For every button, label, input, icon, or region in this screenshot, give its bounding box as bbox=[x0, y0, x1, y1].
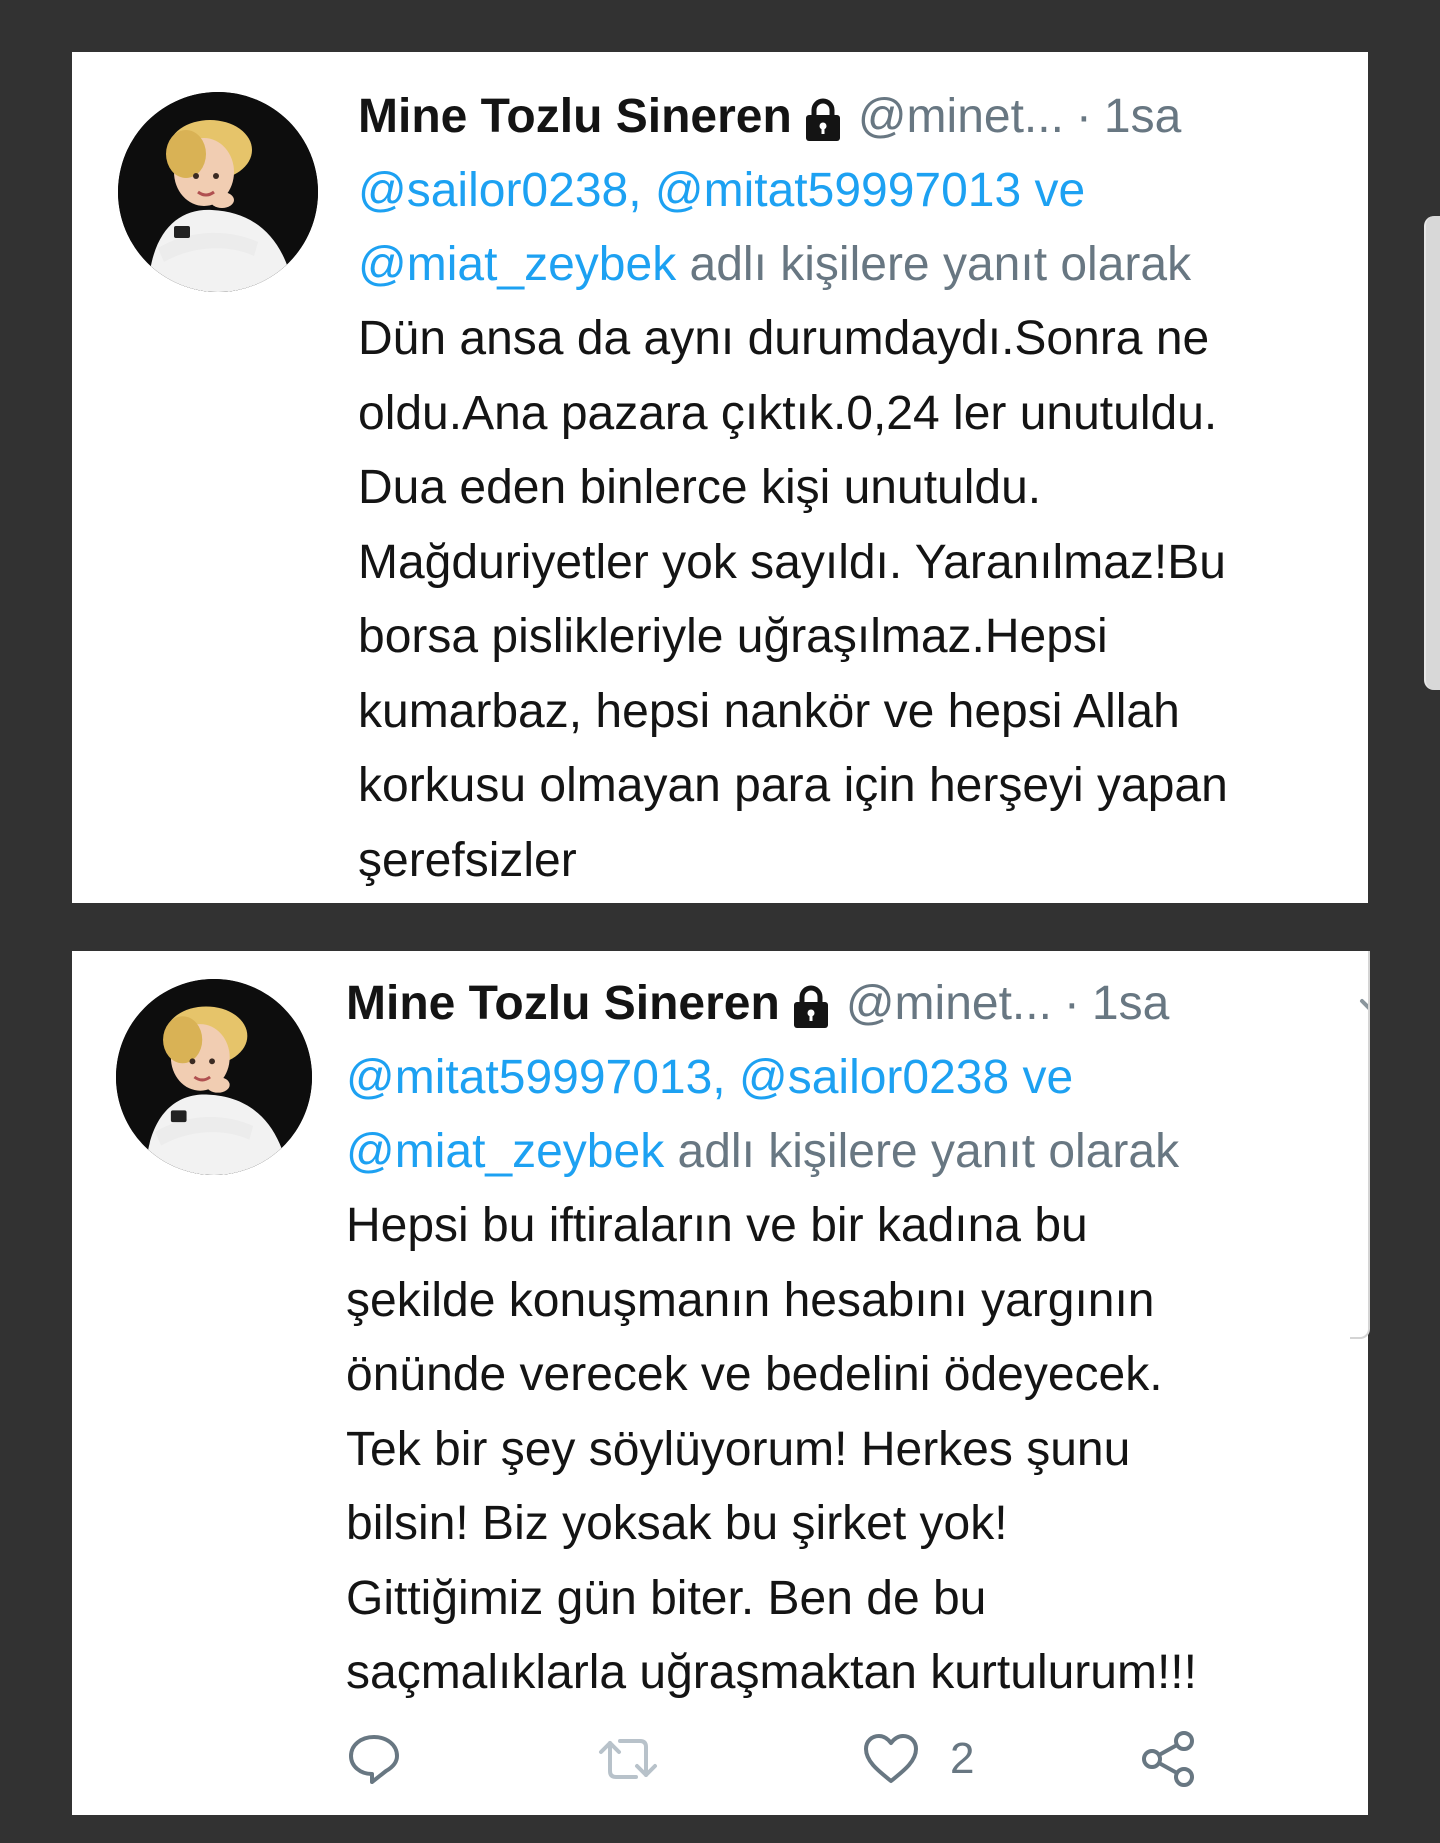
like-count: 2 bbox=[950, 1734, 975, 1783]
author-handle[interactable]: @minet... bbox=[858, 82, 1064, 152]
author-handle[interactable]: @minet... bbox=[846, 969, 1052, 1039]
like-button[interactable]: 2 bbox=[862, 1723, 974, 1795]
retweet-button[interactable] bbox=[596, 1723, 660, 1795]
separator-dot: · bbox=[1063, 977, 1080, 1030]
timestamp[interactable]: 1sa bbox=[1092, 969, 1169, 1039]
mention-link[interactable]: @miat_zeybek bbox=[358, 238, 676, 291]
reply-conjunction: ve bbox=[1022, 1051, 1074, 1104]
tweet-text-line: saçmalıklarla uğraşmaktan kurtulurum!!! bbox=[346, 1646, 1197, 1699]
separator-dot: · bbox=[1075, 90, 1092, 143]
tweet-text: Hepsi bu iftiraların ve bir kadına bu şe… bbox=[346, 1189, 1368, 1711]
reply-icon bbox=[349, 1735, 399, 1784]
tweet-text-line: şerefsizler bbox=[358, 833, 577, 887]
profile-photo bbox=[118, 92, 318, 292]
reply-context: @sailor0238, @mitat59997013 ve @miat_zey… bbox=[358, 154, 1368, 302]
avatar[interactable] bbox=[118, 92, 318, 292]
tweet-card[interactable]: Mine Tozlu Sineren @minet... · 1sa @sailor0… bbox=[72, 52, 1368, 903]
tweet-card[interactable]: Mine Tozlu Sineren @minet... · 1sa @mitat59… bbox=[72, 951, 1368, 1815]
lock-icon bbox=[800, 82, 846, 152]
reply-suffix: adlı kişilere yanıt olarak bbox=[689, 238, 1192, 291]
reply-conjunction: ve bbox=[1034, 164, 1086, 217]
reply-button[interactable] bbox=[346, 1723, 402, 1795]
tweet-text-line: Hepsi bu iftiraların ve bir kadına bu bbox=[346, 1199, 1088, 1252]
tweet-text-line: Tek bir şey söylüyorum! Herkes şunu bbox=[346, 1422, 1131, 1476]
mention-link[interactable]: @mitat59997013 bbox=[655, 164, 1021, 217]
tweet-header: Mine Tozlu Sineren @minet... · 1sa bbox=[346, 969, 1368, 1039]
tweet-text-line: Mağduriyetler yok sayıldı. Yaranılmaz!Bu bbox=[358, 535, 1226, 589]
reply-suffix: adlı kişilere yanıt olarak bbox=[677, 1125, 1180, 1178]
tweet-header: Mine Tozlu Sineren @minet... · 1sa bbox=[358, 82, 1368, 152]
mention-link[interactable]: @mitat59997013, bbox=[346, 1051, 726, 1104]
profile-photo bbox=[116, 979, 312, 1175]
share-button[interactable] bbox=[1138, 1723, 1198, 1795]
lock-icon bbox=[788, 969, 834, 1039]
tweet-text-line: Gittiğimiz gün biter. Ben de bu bbox=[346, 1571, 987, 1625]
tweet-text-line: oldu.Ana pazara çıktık.0,24 ler unutuldu… bbox=[358, 386, 1218, 440]
retweet-icon bbox=[599, 1739, 657, 1779]
tweet-text-line: bilsin! Biz yoksak bu şirket yok! bbox=[346, 1497, 1008, 1550]
timestamp[interactable]: 1sa bbox=[1104, 82, 1181, 152]
reply-context: @mitat59997013, @sailor0238 ve @miat_zey… bbox=[346, 1041, 1368, 1189]
tweet-text: Dün ansa da aynı durumdaydı.Sonra ne old… bbox=[358, 302, 1368, 898]
tweet-text-line: borsa pislikleriyle uğraşılmaz.Hepsi bbox=[358, 610, 1108, 663]
avatar[interactable] bbox=[116, 979, 312, 1175]
tweet-text-line: önünde verecek ve bedelini ödeyecek. bbox=[346, 1348, 1163, 1401]
author-name[interactable]: Mine Tozlu Sineren bbox=[358, 82, 792, 152]
tweet-text-line: korkusu olmayan para için herşeyi yapan bbox=[358, 759, 1228, 812]
scrollbar-handle[interactable] bbox=[1424, 216, 1440, 690]
mention-link[interactable]: @sailor0238, bbox=[358, 164, 642, 217]
tweet-content: Mine Tozlu Sineren @minet... · 1sa @sailor0… bbox=[358, 82, 1368, 898]
share-icon bbox=[1142, 1731, 1194, 1787]
mention-link[interactable]: @miat_zeybek bbox=[346, 1125, 664, 1178]
scrollbar-track bbox=[1350, 951, 1370, 1339]
tweet-text-line: Dua eden binlerce kişi unutuldu. bbox=[358, 461, 1042, 514]
heart-icon bbox=[864, 1734, 918, 1783]
tweet-text-line: Dün ansa da aynı durumdaydı.Sonra ne bbox=[358, 312, 1210, 365]
tweet-text-line: şekilde konuşmanın hesabını yargının bbox=[346, 1273, 1155, 1327]
tweet-actions: 2 bbox=[346, 1723, 1246, 1795]
tweet-content: Mine Tozlu Sineren @minet... · 1sa @mitat59… bbox=[346, 969, 1368, 1711]
tweet-text-line: kumarbaz, hepsi nankör ve hepsi Allah bbox=[358, 684, 1180, 738]
mention-link[interactable]: @sailor0238 bbox=[739, 1051, 1009, 1104]
author-name[interactable]: Mine Tozlu Sineren bbox=[346, 969, 780, 1039]
